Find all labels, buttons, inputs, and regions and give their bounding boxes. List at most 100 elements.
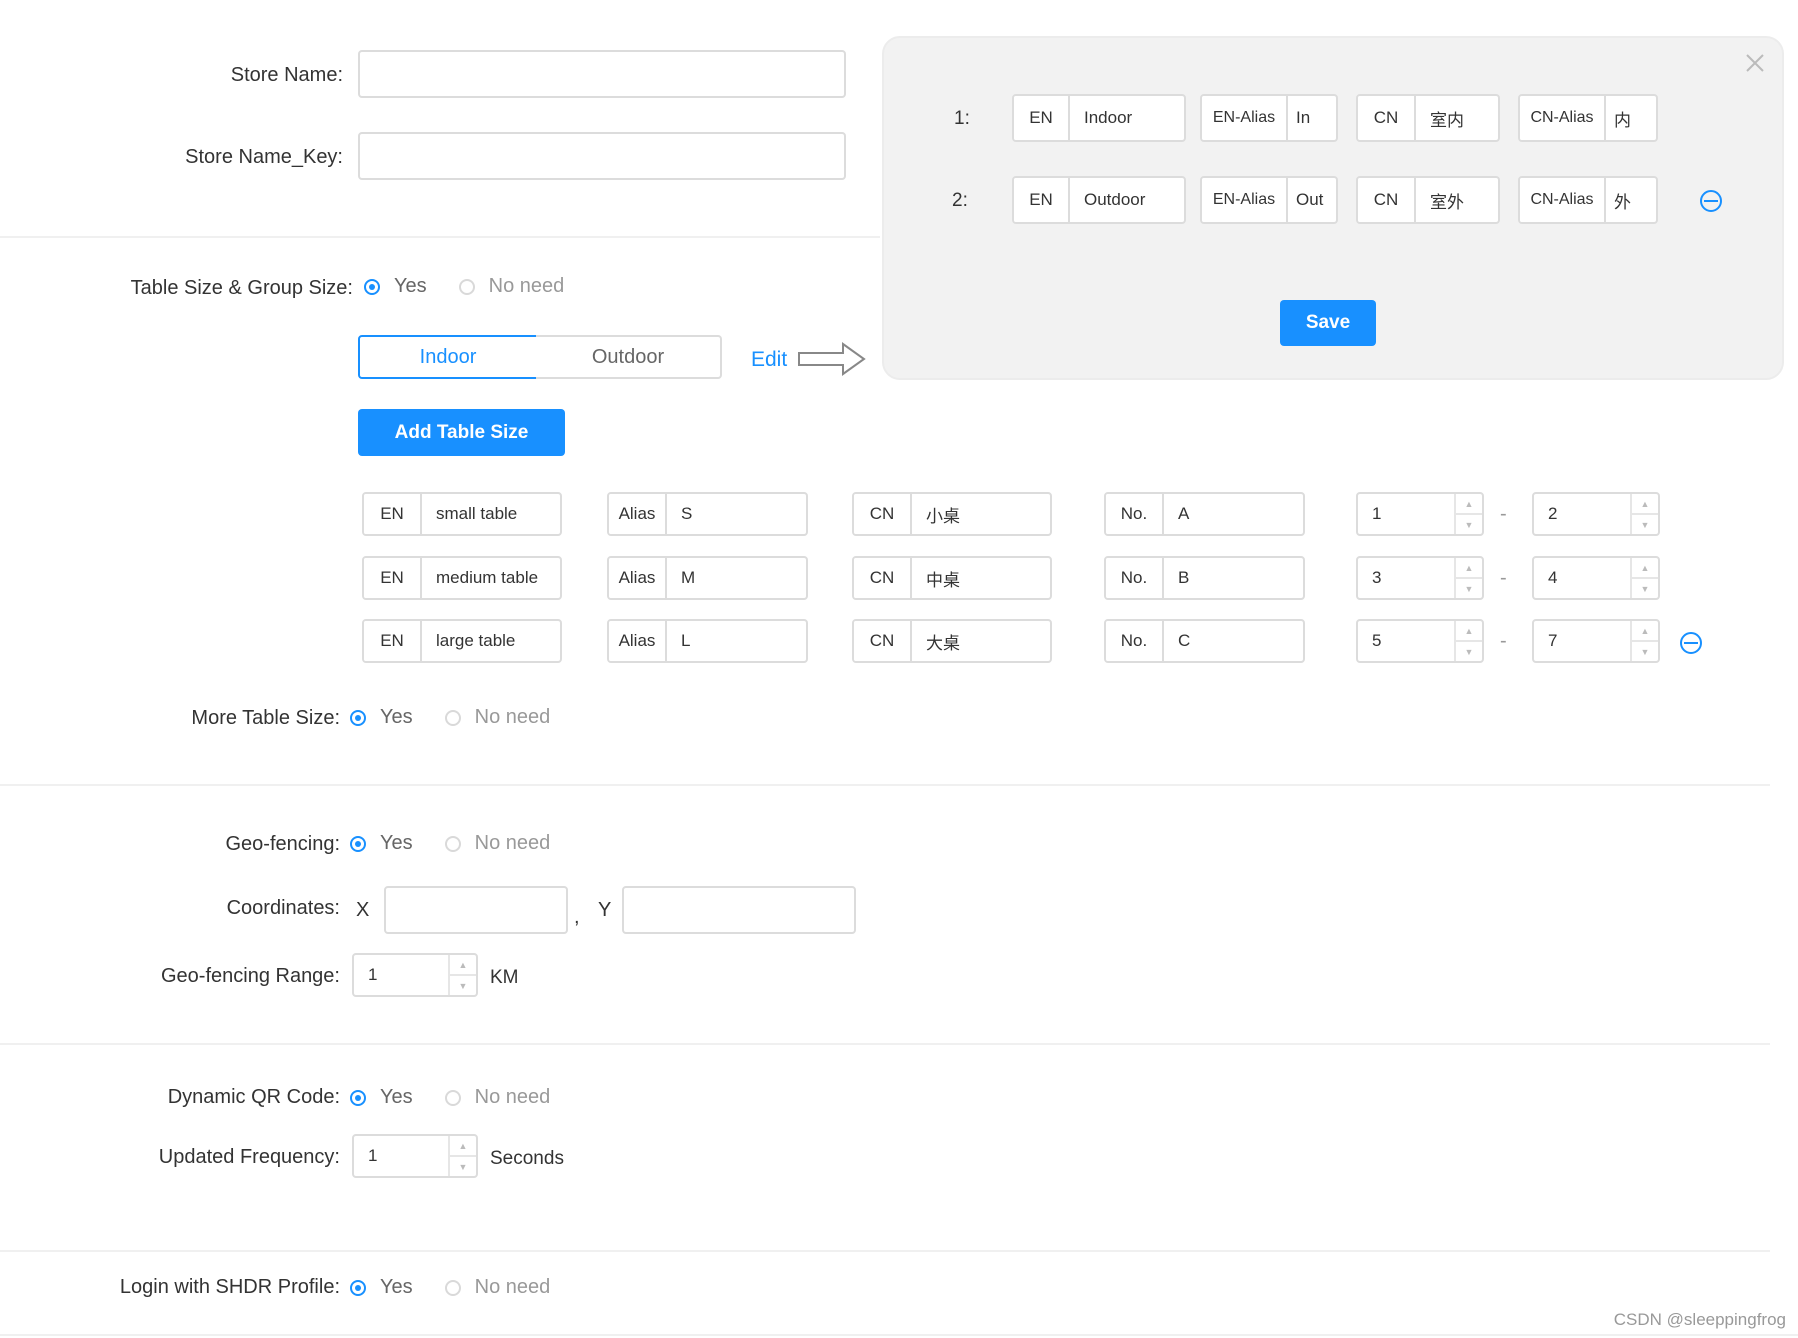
store-name-key-input[interactable] [358, 132, 846, 180]
cn-alias-addon: CN-Alias [1520, 178, 1606, 222]
login-yes-radio[interactable]: Yes [350, 1276, 413, 1299]
chevron-down-icon[interactable]: ▼ [1632, 513, 1658, 534]
en-value: Indoor [1084, 108, 1133, 127]
chevron-down-icon[interactable]: ▼ [1456, 577, 1482, 598]
radio-no-label: No need [488, 275, 565, 297]
edit-tabs-popup: 1: EN Indoor EN-Alias In CN 室内 CN-Alias … [882, 36, 1784, 380]
en-name-field[interactable]: EN large table [362, 619, 562, 663]
chevron-down-icon[interactable]: ▼ [1456, 640, 1482, 661]
add-table-size-button[interactable]: Add Table Size [358, 409, 565, 456]
close-icon[interactable] [1744, 52, 1766, 74]
en-value: large table [436, 631, 516, 650]
table-group-yes-radio[interactable]: Yes [364, 275, 427, 298]
coord-separator: , [574, 906, 580, 928]
popup-en-alias-field[interactable]: EN-Alias Out [1200, 176, 1338, 224]
tab-outdoor[interactable]: Outdoor [536, 335, 722, 379]
number-prefix-field[interactable]: No. B [1104, 556, 1305, 600]
section-divider [0, 1043, 1770, 1045]
geo-range-stepper[interactable]: 1 ▲ ▼ [352, 953, 478, 997]
size-from-value: 5 [1372, 631, 1382, 650]
cn-name-field[interactable]: CN 大桌 [852, 619, 1052, 663]
size-to-stepper[interactable]: 4 ▲ ▼ [1532, 556, 1660, 600]
popup-en-field[interactable]: EN Outdoor [1012, 176, 1186, 224]
alias-field[interactable]: Alias S [607, 492, 808, 536]
radio-yes-label: Yes [380, 832, 413, 854]
popup-en-alias-field[interactable]: EN-Alias In [1200, 94, 1338, 142]
chevron-up-icon[interactable]: ▲ [1456, 494, 1482, 513]
chevron-up-icon[interactable]: ▲ [1632, 621, 1658, 640]
geo-no-radio[interactable]: No need [444, 832, 551, 855]
number-prefix-field[interactable]: No. A [1104, 492, 1305, 536]
en-addon: EN [364, 621, 422, 661]
popup-cn-field[interactable]: CN 室内 [1356, 94, 1500, 142]
chevron-down-icon[interactable]: ▼ [450, 1155, 476, 1176]
edit-link[interactable]: Edit [751, 348, 787, 372]
more-table-no-radio[interactable]: No need [444, 706, 550, 729]
cn-value: 室外 [1430, 192, 1464, 212]
save-button[interactable]: Save [1280, 300, 1376, 346]
remove-row-icon[interactable] [1680, 632, 1702, 654]
chevron-up-icon[interactable]: ▲ [1632, 558, 1658, 577]
alias-value: M [681, 568, 696, 587]
size-to-stepper[interactable]: 7 ▲ ▼ [1532, 619, 1660, 663]
size-to-value: 7 [1548, 631, 1558, 650]
login-no-radio[interactable]: No need [444, 1276, 551, 1299]
cn-addon: CN [1358, 178, 1416, 222]
chevron-up-icon[interactable]: ▲ [450, 1136, 476, 1155]
chevron-down-icon[interactable]: ▼ [1632, 640, 1658, 661]
update-frequency-stepper[interactable]: 1 ▲ ▼ [352, 1134, 478, 1178]
cn-name-field[interactable]: CN 小桌 [852, 492, 1052, 536]
geo-fencing-radio-group: Yes No need [350, 832, 582, 855]
en-addon: EN [364, 558, 422, 598]
chevron-up-icon[interactable]: ▲ [1456, 621, 1482, 640]
popup-row-index: 2: [952, 190, 968, 211]
coord-y-input[interactable] [622, 886, 856, 934]
coord-x-input[interactable] [384, 886, 568, 934]
chevron-down-icon[interactable]: ▼ [1632, 577, 1658, 598]
cn-addon: CN [854, 558, 912, 598]
popup-en-field[interactable]: EN Indoor [1012, 94, 1186, 142]
qr-no-radio[interactable]: No need [444, 1086, 550, 1109]
popup-cn-field[interactable]: CN 室外 [1356, 176, 1500, 224]
en-name-field[interactable]: EN small table [362, 492, 562, 536]
alias-field[interactable]: Alias L [607, 619, 808, 663]
en-value: medium table [436, 568, 539, 587]
popup-cn-alias-field[interactable]: CN-Alias 外 [1518, 176, 1658, 224]
cn-value: 大桌 [926, 633, 960, 653]
store-name-input[interactable] [358, 50, 846, 98]
size-from-stepper[interactable]: 5 ▲ ▼ [1356, 619, 1484, 663]
geo-yes-radio[interactable]: Yes [350, 832, 413, 855]
radio-no-label: No need [474, 1276, 551, 1298]
cn-name-field[interactable]: CN 中桌 [852, 556, 1052, 600]
tab-indoor[interactable]: Indoor [358, 335, 538, 379]
watermark: CSDN @sleeppingfrog [1613, 1310, 1786, 1329]
cn-alias-value: 外 [1614, 192, 1631, 212]
popup-cn-alias-field[interactable]: CN-Alias 内 [1518, 94, 1658, 142]
table-group-no-radio[interactable]: No need [458, 275, 565, 298]
size-from-stepper[interactable]: 3 ▲ ▼ [1356, 556, 1484, 600]
more-table-yes-radio[interactable]: Yes [350, 706, 413, 729]
range-separator: - [1500, 630, 1507, 652]
en-value: Outdoor [1084, 190, 1146, 209]
login-shdr-label: Login with SHDR Profile: [119, 1276, 340, 1298]
remove-row-icon[interactable] [1700, 190, 1722, 212]
chevron-up-icon[interactable]: ▲ [450, 955, 476, 974]
en-alias-addon: EN-Alias [1202, 178, 1288, 222]
more-table-label: More Table Size: [191, 707, 340, 729]
geo-fencing-label: Geo-fencing: [225, 833, 340, 855]
cn-addon: CN [1358, 96, 1416, 140]
chevron-down-icon[interactable]: ▼ [1456, 513, 1482, 534]
qr-yes-radio[interactable]: Yes [350, 1086, 413, 1109]
size-from-stepper[interactable]: 1 ▲ ▼ [1356, 492, 1484, 536]
radio-no-label: No need [474, 832, 551, 854]
en-name-field[interactable]: EN medium table [362, 556, 562, 600]
chevron-down-icon[interactable]: ▼ [450, 974, 476, 995]
chevron-up-icon[interactable]: ▲ [1456, 558, 1482, 577]
section-divider [0, 1334, 1798, 1336]
chevron-up-icon[interactable]: ▲ [1632, 494, 1658, 513]
size-from-value: 1 [1372, 504, 1382, 523]
alias-field[interactable]: Alias M [607, 556, 808, 600]
size-to-stepper[interactable]: 2 ▲ ▼ [1532, 492, 1660, 536]
arrow-right-icon [798, 342, 866, 376]
number-prefix-field[interactable]: No. C [1104, 619, 1305, 663]
